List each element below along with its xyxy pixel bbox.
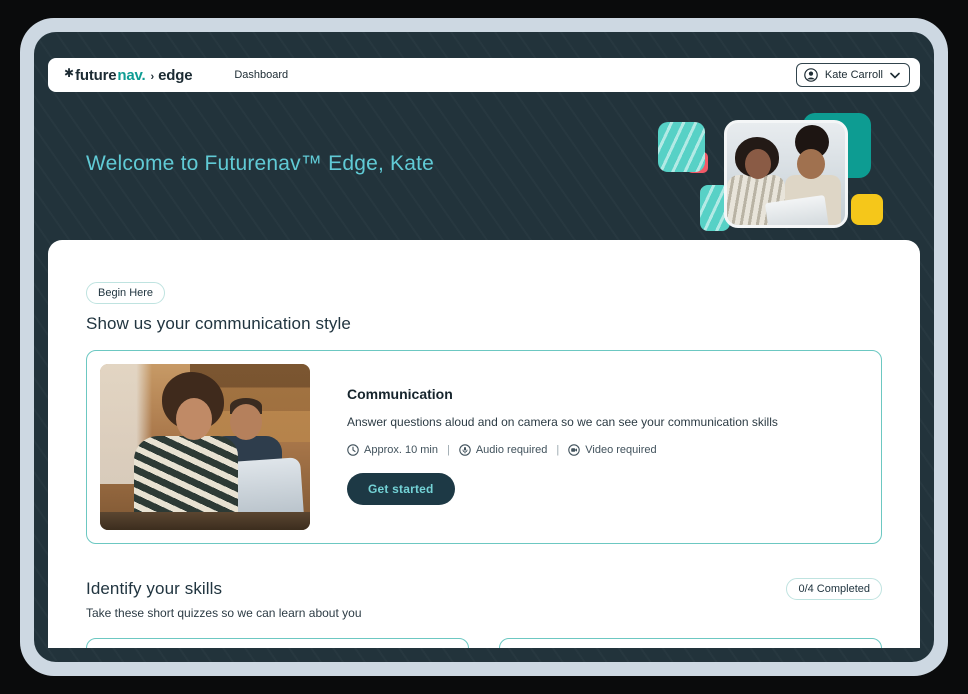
hero-photo-collaboration	[724, 120, 848, 228]
logo-asterisk-icon: ✱	[64, 66, 74, 80]
user-avatar-icon	[804, 68, 818, 82]
audio-icon	[459, 444, 471, 456]
logo-word-edge: edge	[158, 67, 192, 84]
communication-card-description: Answer questions aloud and on camera so …	[347, 415, 778, 429]
logo-word-nav: nav.	[117, 67, 145, 84]
welcome-title: Welcome to Futurenav™ Edge, Kate	[86, 152, 434, 176]
communication-card: Communication Answer questions aloud and…	[86, 350, 882, 544]
communication-section-heading: Show us your communication style	[86, 314, 882, 334]
get-started-button[interactable]: Get started	[347, 473, 455, 505]
skills-section-heading: Identify your skills	[86, 579, 222, 599]
quiz-card-grid	[86, 638, 882, 648]
begin-here-badge: Begin Here	[86, 282, 165, 304]
top-navbar: ✱ future nav. › edge Dashboard Kate Carr…	[48, 58, 920, 92]
meta-separator: |	[556, 444, 559, 456]
quiz-card-1[interactable]	[86, 638, 469, 648]
meta-separator: |	[447, 444, 450, 456]
device-frame: ✱ future nav. › edge Dashboard Kate Carr…	[20, 18, 948, 676]
meta-video: Video required	[568, 444, 656, 456]
user-menu-button[interactable]: Kate Carroll	[796, 63, 910, 87]
communication-card-image	[100, 364, 310, 530]
logo-word-future: future	[75, 67, 116, 84]
main-content-panel: Begin Here Show us your communication st…	[48, 240, 920, 648]
skills-section-subheading: Take these short quizzes so we can learn…	[86, 606, 882, 620]
video-icon	[568, 444, 580, 456]
clock-icon	[347, 444, 359, 456]
nav-item-dashboard[interactable]: Dashboard	[234, 69, 288, 81]
meta-duration: Approx. 10 min	[347, 444, 438, 456]
logo-separator: ›	[150, 71, 154, 83]
chevron-down-icon	[890, 72, 900, 79]
decor-striped-square-top	[658, 122, 705, 172]
futurenav-edge-logo[interactable]: ✱ future nav. › edge	[64, 67, 192, 84]
app-screen: ✱ future nav. › edge Dashboard Kate Carr…	[34, 32, 934, 662]
decor-yellow-square	[851, 194, 883, 225]
communication-card-meta: Approx. 10 min | Audio required |	[347, 444, 778, 456]
hero-banner: Welcome to Futurenav™ Edge, Kate	[48, 92, 920, 240]
communication-card-title: Communication	[347, 386, 778, 402]
progress-badge: 0/4 Completed	[786, 578, 882, 600]
meta-audio: Audio required	[459, 444, 548, 456]
skills-section-header: Identify your skills 0/4 Completed	[86, 578, 882, 600]
user-name-label: Kate Carroll	[825, 69, 883, 81]
quiz-card-2[interactable]	[499, 638, 882, 648]
